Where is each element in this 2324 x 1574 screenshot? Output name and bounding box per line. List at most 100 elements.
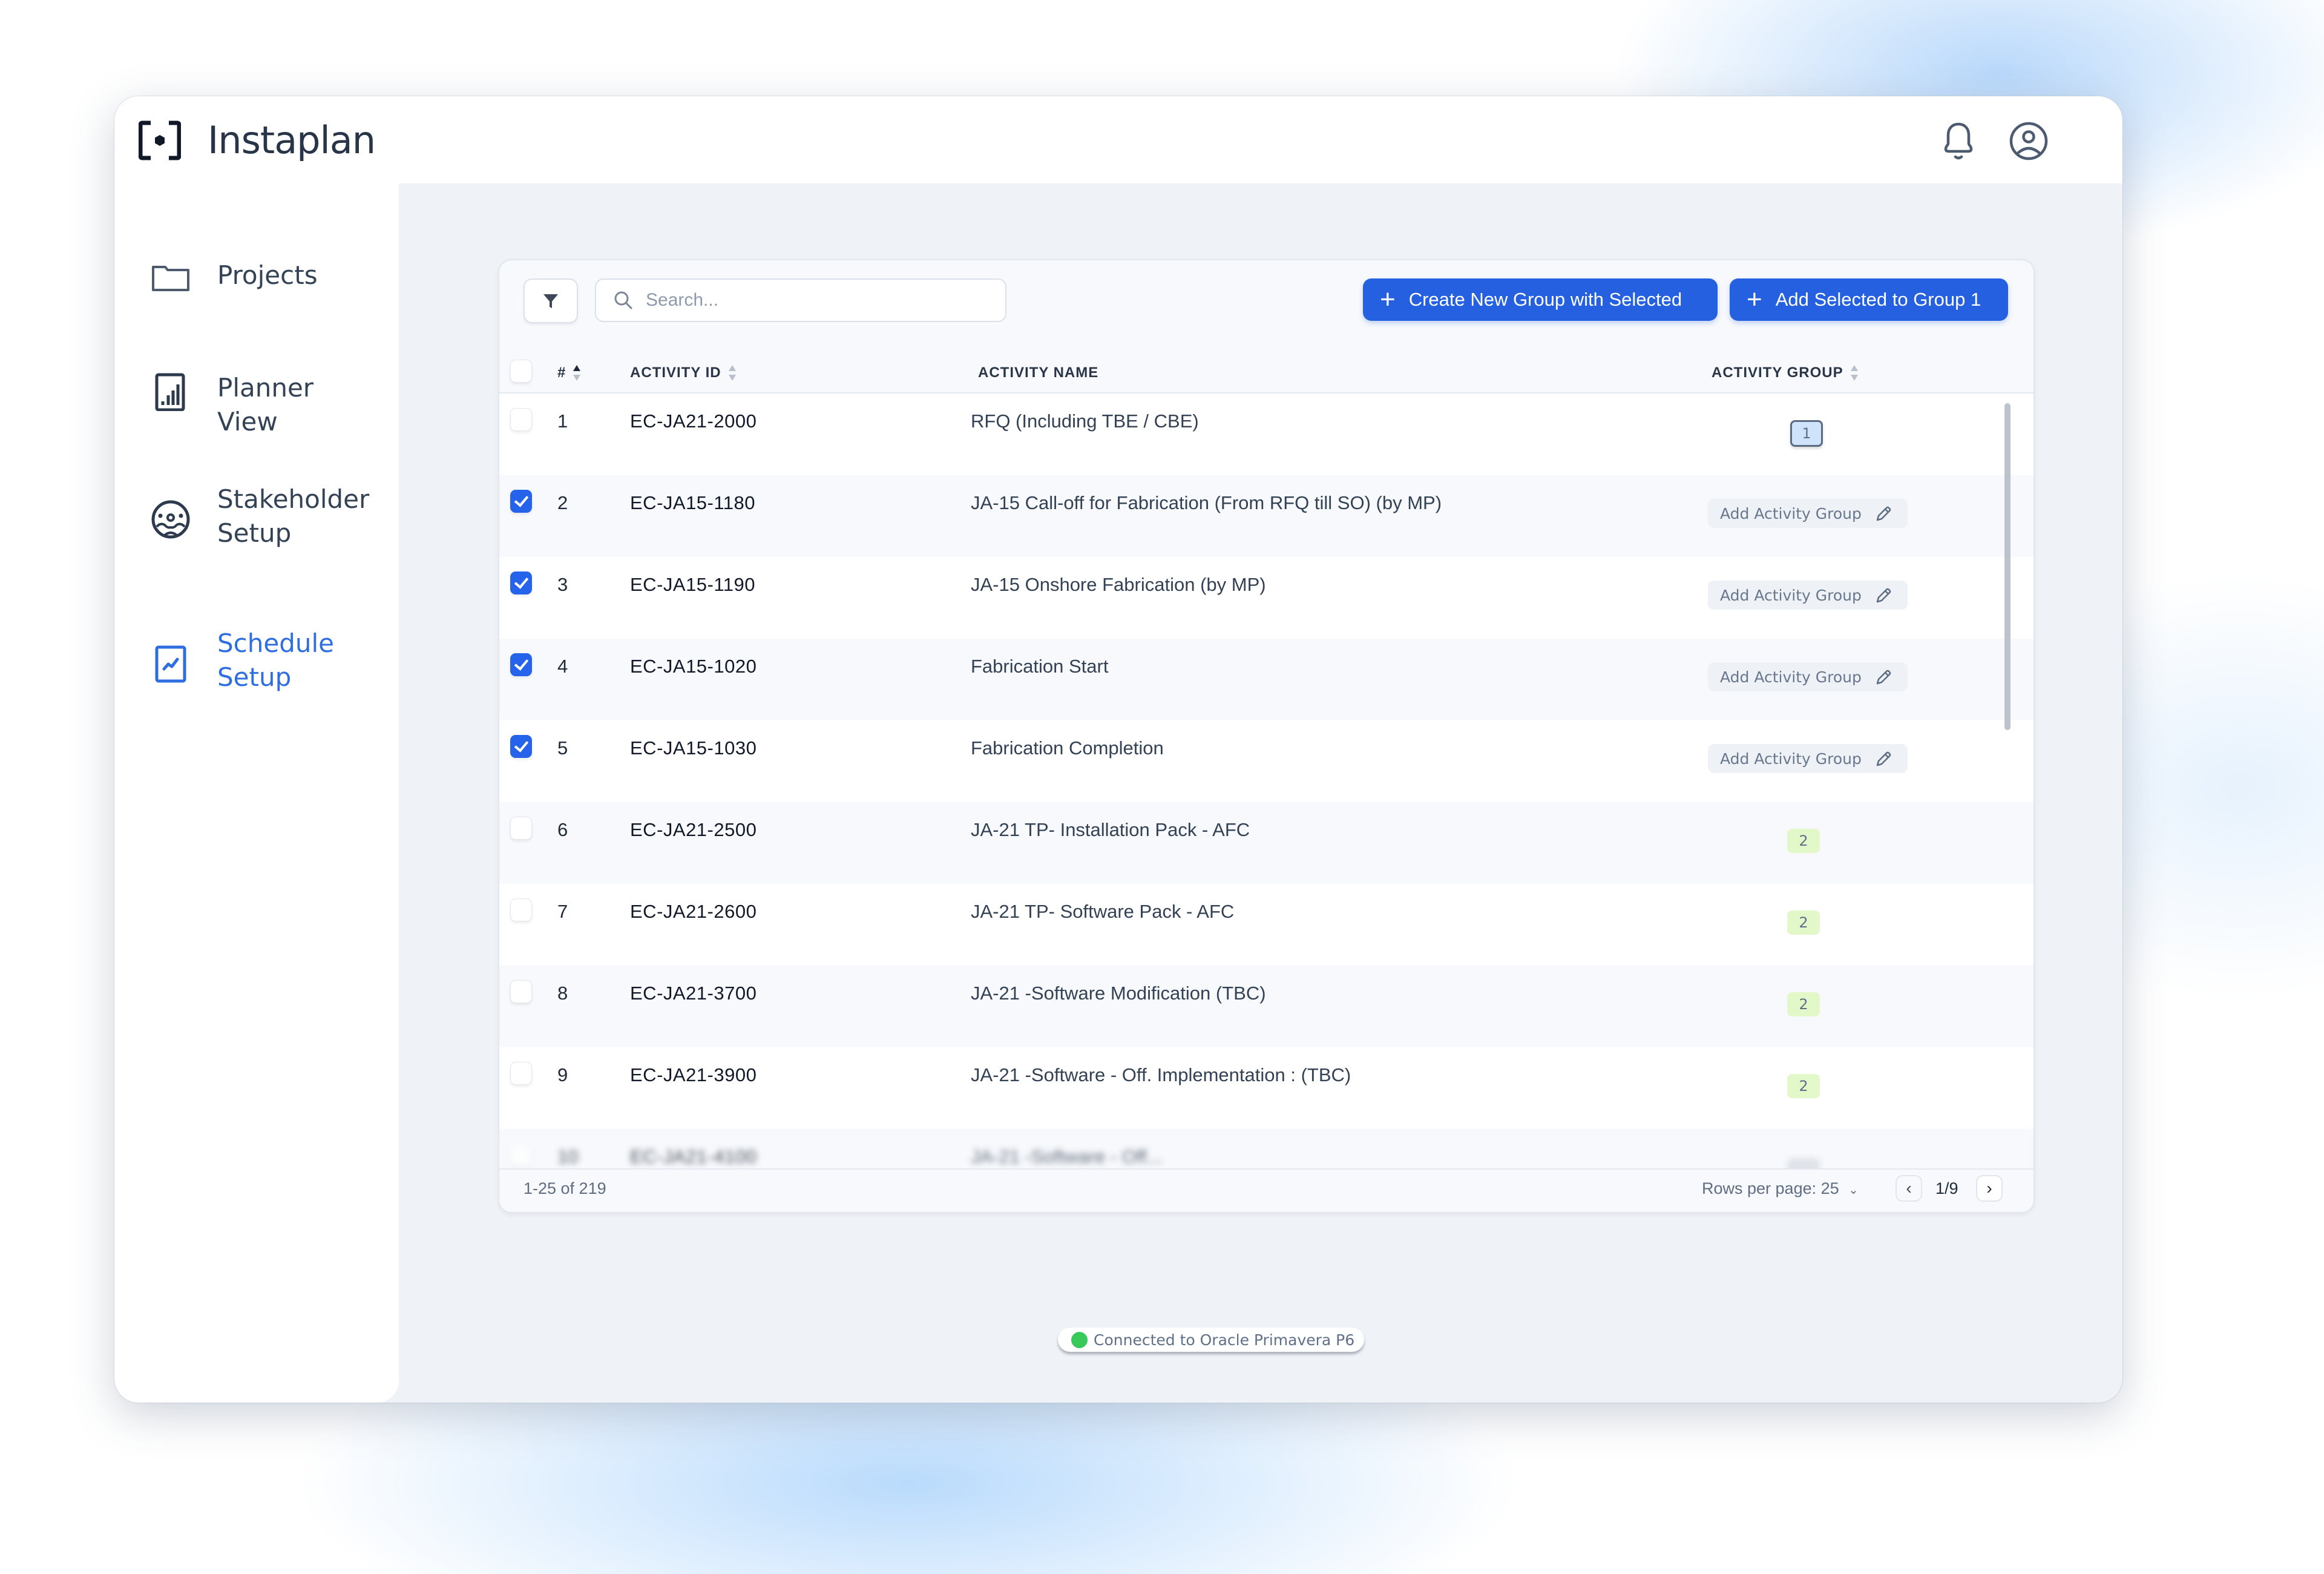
row-checkbox[interactable]	[510, 1062, 532, 1085]
activity-id: EC-JA21-3900	[630, 1064, 757, 1085]
table-row[interactable]: 9 EC-JA21-3900 JA-21 -Software - Off. Impl…	[499, 1047, 2034, 1129]
activity-group-badge[interactable]: 2	[1787, 910, 1820, 935]
column-header-activity-name: ACTIVITY NAME	[978, 364, 1098, 381]
activity-id: EC-JA15-1180	[630, 492, 756, 513]
row-checkbox[interactable]	[510, 653, 532, 676]
row-number: 4	[557, 656, 568, 677]
activity-group-badge[interactable]: 2	[1787, 992, 1820, 1016]
activity-id: EC-JA15-1190	[630, 574, 756, 595]
column-header-label: #	[557, 364, 566, 381]
activity-id: EC-JA21-3700	[630, 983, 757, 1004]
next-page-button[interactable]: ›	[1976, 1175, 2003, 1202]
row-checkbox[interactable]	[510, 735, 532, 758]
folder-icon	[151, 258, 191, 298]
activity-id: EC-JA21-2500	[630, 819, 757, 840]
row-checkbox[interactable]	[510, 898, 532, 921]
row-number: 1	[557, 410, 568, 432]
connection-status-badge: Connected to Oracle Primavera P6	[1058, 1328, 1364, 1352]
sort-icon	[1850, 365, 1858, 381]
activity-group-badge[interactable]: 2	[1787, 829, 1820, 853]
activity-group-badge[interactable]: 2	[1787, 1074, 1820, 1098]
vertical-scrollbar[interactable]	[2004, 403, 2011, 730]
add-activity-group-label: Add Activity Group	[1720, 586, 1862, 604]
activity-name: Fabrication Start	[971, 656, 1109, 677]
column-header-label: ACTIVITY ID	[630, 364, 721, 381]
row-checkbox[interactable]	[510, 1144, 532, 1167]
activity-group-badge[interactable]: 1	[1790, 420, 1823, 447]
user-circle-icon[interactable]	[2009, 119, 2049, 163]
sidebar-item-projects[interactable]: Projects	[151, 258, 381, 298]
activities-table-card: + Create New Group with Selected + Add S…	[498, 259, 2035, 1213]
activity-name: JA-15 Call-off for Fabrication (From RFQ…	[971, 492, 1442, 513]
activity-name: JA-21 -Software Modification (TBC)	[971, 983, 1266, 1004]
select-all-checkbox[interactable]	[510, 360, 532, 383]
table-row[interactable]: 6 EC-JA21-2500 JA-21 TP- Installation Pack…	[499, 802, 2034, 884]
table-row[interactable]: 7 EC-JA21-2600 JA-21 TP- Software Pack - A…	[499, 884, 2034, 966]
sidebar-item-planner-view[interactable]: Planner View	[151, 371, 381, 439]
table-row[interactable]: 5 EC-JA15-1030 Fabrication Completion Add A…	[499, 720, 2034, 802]
filter-icon	[543, 294, 558, 308]
stakeholders-icon	[151, 499, 191, 539]
column-header-num[interactable]: #	[557, 364, 581, 381]
sidebar-item-label: Planner View	[217, 373, 314, 436]
add-activity-group-button[interactable]: Add Activity Group	[1708, 581, 1908, 610]
row-checkbox[interactable]	[510, 980, 532, 1003]
create-new-group-button[interactable]: + Create New Group with Selected	[1363, 278, 1718, 321]
pencil-icon	[1876, 588, 1891, 603]
sidebar: Projects Planner View Stakeholder Setup …	[114, 183, 399, 1403]
chevron-left-icon: ‹	[1906, 1179, 1912, 1197]
rows-per-page-select[interactable]: Rows per page: 25 ⌄	[1702, 1179, 1859, 1198]
search-field[interactable]	[595, 278, 1006, 322]
activity-name: JA-15 Onshore Fabrication (by MP)	[971, 574, 1266, 595]
activity-name: JA-21 TP- Installation Pack - AFC	[971, 819, 1250, 840]
table-body: 1 EC-JA21-2000 RFQ (Including TBE / CBE) 1 2…	[499, 394, 2034, 1180]
table-footer: 1-25 of 219 Rows per page: 25 ⌄ ‹ 1/9 ›	[499, 1168, 2034, 1212]
status-dot-icon	[1071, 1331, 1088, 1348]
bell-icon[interactable]	[1938, 119, 1978, 163]
add-activity-group-label: Add Activity Group	[1720, 504, 1862, 522]
sidebar-item-schedule-setup[interactable]: Schedule Setup	[151, 627, 381, 694]
previous-page-button[interactable]: ‹	[1896, 1175, 1922, 1202]
table-row[interactable]: 1 EC-JA21-2000 RFQ (Including TBE / CBE) 1	[499, 394, 2034, 475]
connection-status-text: Connected to Oracle Primavera P6	[1094, 1331, 1355, 1349]
row-checkbox[interactable]	[510, 817, 532, 840]
pencil-icon	[1876, 506, 1891, 521]
table-row[interactable]: 8 EC-JA21-3700 JA-21 -Software Modificatio…	[499, 966, 2034, 1047]
filter-button[interactable]	[524, 278, 578, 323]
activity-id: EC-JA21-4100	[630, 1146, 757, 1167]
add-activity-group-button[interactable]: Add Activity Group	[1708, 744, 1908, 773]
sort-icon	[728, 365, 736, 381]
row-checkbox[interactable]	[510, 571, 532, 594]
table-row[interactable]: 3 EC-JA15-1190 JA-15 Onshore Fabrication (…	[499, 557, 2034, 639]
row-number: 9	[557, 1064, 568, 1085]
row-checkbox[interactable]	[510, 490, 532, 513]
column-header-activity-id[interactable]: ACTIVITY ID	[630, 364, 736, 381]
chevron-right-icon: ›	[1986, 1179, 1992, 1197]
add-selected-to-group-button[interactable]: + Add Selected to Group 1	[1730, 278, 2008, 321]
activity-id: EC-JA21-2000	[630, 410, 757, 432]
activity-name: JA-21 -Software - Off. Implementation : …	[971, 1064, 1351, 1085]
row-number: 10	[557, 1146, 579, 1167]
create-new-group-label: Create New Group with Selected	[1408, 289, 1682, 310]
activity-id: EC-JA15-1030	[630, 737, 757, 759]
app-window: Instaplan Projects Planner View Stakehol…	[114, 96, 2122, 1403]
activity-name: Fabrication Completion	[971, 737, 1164, 759]
search-input[interactable]	[645, 289, 986, 311]
row-number: 7	[557, 901, 568, 922]
logo[interactable]: Instaplan	[139, 118, 376, 162]
table-row[interactable]: 2 EC-JA15-1180 JA-15 Call-off for Fabricat…	[499, 475, 2034, 557]
activity-name: JA-21 -Software - Off...	[971, 1146, 1163, 1167]
add-activity-group-button[interactable]: Add Activity Group	[1708, 662, 1908, 691]
table-row[interactable]: 4 EC-JA15-1020 Fabrication Start Add Activi…	[499, 639, 2034, 720]
row-number: 6	[557, 819, 568, 840]
add-activity-group-label: Add Activity Group	[1720, 749, 1862, 768]
sidebar-item-label: Schedule Setup	[217, 628, 334, 692]
activity-id: EC-JA21-2600	[630, 901, 757, 922]
row-number: 8	[557, 983, 568, 1004]
column-header-activity-group[interactable]: ACTIVITY GROUP	[1712, 364, 1858, 381]
activity-name: JA-21 TP- Software Pack - AFC	[971, 901, 1235, 922]
add-selected-to-group-label: Add Selected to Group 1	[1775, 289, 1981, 310]
row-checkbox[interactable]	[510, 408, 532, 431]
sidebar-item-stakeholder-setup[interactable]: Stakeholder Setup	[151, 482, 381, 550]
add-activity-group-button[interactable]: Add Activity Group	[1708, 499, 1908, 528]
